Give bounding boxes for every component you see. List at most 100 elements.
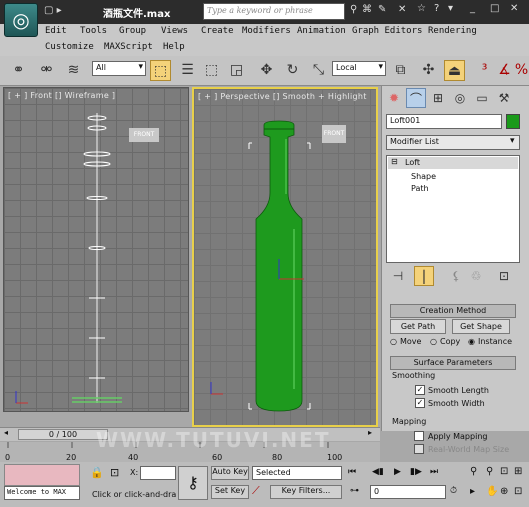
bind-space-warp-icon[interactable]: ≋ bbox=[63, 60, 84, 81]
rotate-icon[interactable]: ↻ bbox=[282, 60, 303, 81]
menu-edit[interactable]: Edit bbox=[45, 26, 67, 36]
get-path-button[interactable]: Get Path bbox=[390, 319, 446, 334]
utilities-tab-icon[interactable]: ⚒ bbox=[494, 88, 514, 108]
link-icon[interactable]: ⚭ bbox=[8, 60, 29, 81]
pan-icon[interactable]: ✋ bbox=[486, 486, 498, 497]
real-world-checkbox[interactable] bbox=[414, 444, 424, 454]
menu-views[interactable]: Views bbox=[161, 26, 188, 36]
object-name-field[interactable]: Loft001 bbox=[386, 114, 502, 129]
menu-help[interactable]: Help bbox=[163, 42, 185, 52]
menu-customize[interactable]: Customize bbox=[45, 42, 94, 52]
instance-radio[interactable]: ◉ bbox=[468, 337, 475, 346]
pin-stack-icon[interactable]: ⊣ bbox=[388, 266, 408, 286]
move-radio[interactable]: ○ bbox=[390, 337, 397, 346]
orbit-icon[interactable]: ⊕ bbox=[500, 486, 508, 497]
configure-sets-icon[interactable]: ⊡ bbox=[494, 266, 514, 286]
perspective-viewport[interactable]: [ + ] Perspective [] Smooth + Highlight … bbox=[192, 87, 378, 427]
auto-key-button[interactable]: Auto Key bbox=[211, 466, 249, 480]
menu-modifiers[interactable]: Modifiers bbox=[242, 26, 291, 36]
green-bottle-model[interactable] bbox=[194, 89, 380, 429]
play-icon[interactable]: ▶ bbox=[394, 467, 401, 477]
close-icon[interactable]: ✕ bbox=[510, 3, 518, 14]
unlink-icon[interactable]: ⚮ bbox=[36, 60, 57, 81]
zoom-extents-all-icon[interactable]: ⊞ bbox=[514, 466, 522, 477]
hierarchy-tab-icon[interactable]: ⊞ bbox=[428, 88, 448, 108]
modifier-list-dropdown[interactable]: Modifier List bbox=[386, 135, 520, 150]
smooth-length-checkbox[interactable]: ✓ bbox=[415, 385, 425, 395]
pivot-icon[interactable]: ⧉ bbox=[390, 60, 411, 81]
menu-tools[interactable]: Tools bbox=[80, 26, 107, 36]
front-viewport[interactable]: [ + ] Front [] Wireframe ] FRONT bbox=[3, 87, 189, 412]
star-icon[interactable]: ☆ bbox=[417, 3, 426, 14]
stack-item-path[interactable]: Path bbox=[411, 184, 429, 193]
make-unique-icon[interactable]: ⚸ bbox=[446, 266, 466, 286]
expand-icon[interactable]: ⊟ bbox=[391, 157, 398, 166]
field-of-view-icon[interactable]: ▸ bbox=[470, 486, 475, 497]
next-key-icon[interactable]: ▮▶ bbox=[410, 467, 422, 477]
menu-create[interactable]: Create bbox=[201, 26, 234, 36]
move-icon[interactable]: ✥ bbox=[256, 60, 277, 81]
copy-radio[interactable]: ○ bbox=[430, 337, 437, 346]
ref-coord-dropdown[interactable]: Local bbox=[332, 61, 386, 76]
time-slider[interactable]: 0 / 100 ◂ ▸ bbox=[0, 427, 380, 441]
key-tangent-icon[interactable]: ⟋ bbox=[252, 484, 260, 498]
dropdown-icon[interactable]: ▾ bbox=[448, 3, 453, 14]
show-end-result-icon[interactable]: ⎮ bbox=[414, 266, 434, 286]
manipulate-icon[interactable]: ✣ bbox=[418, 60, 439, 81]
create-tab-icon[interactable]: ✹ bbox=[384, 88, 404, 108]
surface-parameters-rollout[interactable]: Surface Parameters bbox=[390, 356, 516, 370]
time-slider-thumb[interactable]: 0 / 100 bbox=[18, 429, 108, 440]
set-key-mode-icon[interactable]: ⚷ bbox=[178, 466, 208, 500]
zoom-extents-icon[interactable]: ⊡ bbox=[500, 466, 508, 477]
next-frame-icon[interactable]: ▸ bbox=[368, 428, 372, 437]
menu-animation[interactable]: Animation bbox=[297, 26, 346, 36]
stack-item-shape[interactable]: Shape bbox=[411, 172, 436, 181]
current-frame-field[interactable]: 0 bbox=[370, 485, 446, 499]
creation-method-rollout[interactable]: Creation Method bbox=[390, 304, 516, 318]
display-tab-icon[interactable]: ▭ bbox=[472, 88, 492, 108]
maxscript-listener-pink[interactable] bbox=[4, 464, 80, 486]
go-to-start-icon[interactable]: ⏮ bbox=[348, 467, 356, 477]
lock-icon[interactable]: 🔒 bbox=[90, 466, 104, 479]
zoom-all-icon[interactable]: ⚲ bbox=[486, 466, 493, 477]
search-icon[interactable]: ⚲ bbox=[350, 4, 357, 15]
maximize-icon[interactable]: □ bbox=[490, 3, 499, 14]
snap-icon[interactable]: ³ bbox=[474, 60, 495, 81]
set-key-button[interactable]: Set Key bbox=[211, 485, 249, 499]
prev-frame-icon[interactable]: ◂ bbox=[4, 428, 8, 437]
maximize-viewport-icon[interactable]: ⊡ bbox=[514, 486, 522, 497]
stack-item-loft[interactable]: ⊟ Loft bbox=[388, 157, 518, 169]
key-selection-dropdown[interactable]: Selected bbox=[252, 466, 342, 480]
menu-maxscript[interactable]: MAXScript bbox=[104, 42, 153, 52]
rect-selection-icon[interactable]: ⬚ bbox=[201, 60, 222, 81]
key-filters-button[interactable]: Key Filters... bbox=[270, 485, 342, 499]
help-icon[interactable]: ? bbox=[434, 3, 439, 14]
app-logo[interactable]: ◎ bbox=[4, 3, 38, 37]
remove-modifier-icon[interactable]: ♲ bbox=[466, 266, 486, 286]
keyboard-shortcut-icon[interactable]: ⏏ bbox=[444, 60, 465, 81]
time-config-icon[interactable]: ⏱ bbox=[450, 486, 457, 496]
apply-mapping-checkbox[interactable] bbox=[414, 431, 424, 441]
menu-group[interactable]: Group bbox=[119, 26, 146, 36]
exchange-icon[interactable]: ✕ bbox=[398, 4, 406, 15]
object-color-swatch[interactable] bbox=[506, 114, 520, 129]
get-shape-button[interactable]: Get Shape bbox=[452, 319, 510, 334]
prev-key-icon[interactable]: ◀▮ bbox=[372, 467, 384, 477]
key-mode-icon[interactable]: ⊶ bbox=[350, 486, 359, 496]
percent-snap-icon[interactable]: % bbox=[511, 60, 529, 81]
maxscript-listener[interactable]: Welcome to MAX bbox=[4, 486, 80, 500]
selection-filter-dropdown[interactable]: All bbox=[92, 61, 146, 76]
menu-rendering[interactable]: Rendering bbox=[428, 26, 477, 36]
select-by-name-icon[interactable]: ☰ bbox=[177, 60, 198, 81]
view-cube[interactable]: FRONT bbox=[129, 128, 159, 142]
scale-icon[interactable]: ⤡ bbox=[308, 60, 329, 81]
binoculars-icon[interactable]: ⌘ bbox=[362, 4, 372, 15]
search-input[interactable]: Type a keyword or phrase bbox=[203, 3, 345, 20]
minimize-icon[interactable]: _ bbox=[470, 3, 475, 14]
go-to-end-icon[interactable]: ⏭ bbox=[430, 467, 438, 477]
menu-graph-editors[interactable]: Graph Editors bbox=[352, 26, 422, 36]
quick-access-icon[interactable]: ▢ ▸ bbox=[44, 5, 62, 16]
smooth-width-checkbox[interactable]: ✓ bbox=[415, 398, 425, 408]
zoom-icon[interactable]: ⚲ bbox=[470, 466, 477, 477]
window-crossing-icon[interactable]: ◲ bbox=[226, 60, 247, 81]
